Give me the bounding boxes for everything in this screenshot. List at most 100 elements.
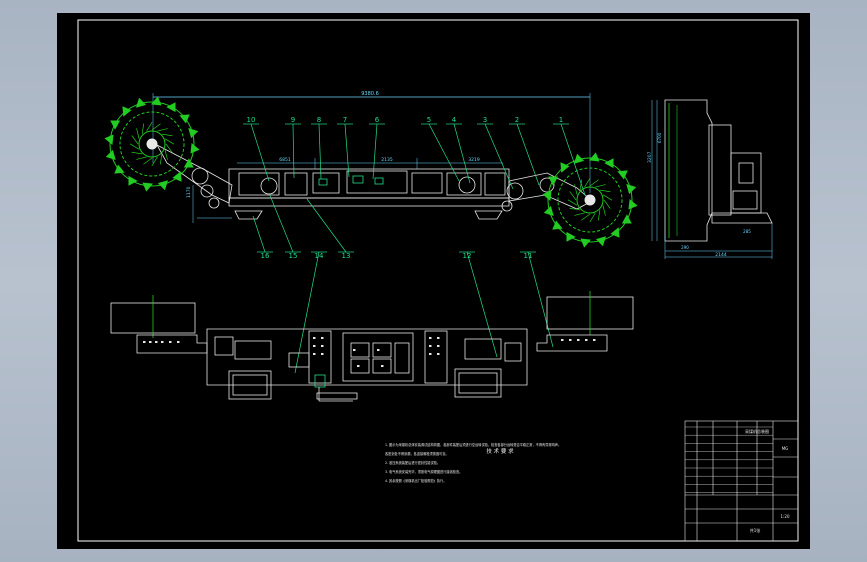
part-callout-8: 8 (317, 116, 321, 124)
cutter-pick (188, 127, 199, 139)
cutter-pick (548, 176, 559, 186)
part-callout-13: 13 (342, 252, 351, 260)
drum-vane (129, 143, 140, 150)
detail-mark (593, 339, 596, 341)
elevation-view (152, 93, 593, 223)
overall-length-dim: 9380.6 (361, 91, 379, 97)
drum-vane (136, 128, 140, 139)
cutter-pick (151, 96, 162, 106)
drum-vane (599, 189, 611, 193)
detail-mark (561, 339, 564, 341)
inner-dim-2: 2135 (381, 157, 393, 163)
sheet-label: 共1张 (750, 527, 761, 533)
plan-view (110, 291, 634, 402)
detail-mark (169, 341, 172, 343)
cutter-pick (157, 180, 169, 191)
cutter-pick (566, 231, 576, 242)
detail-mark (313, 353, 316, 355)
detail-mark (143, 341, 146, 343)
detail-mark (377, 349, 380, 351)
end-view-dim-c: 6700 (657, 132, 662, 143)
height-dim: 1170 (186, 186, 192, 198)
detail-mark (321, 337, 324, 339)
detail-mark (429, 353, 432, 355)
note-line-4: 3. 电气系统安装完毕，须按电气原理图进行接线检查。 (385, 469, 462, 474)
drum-vane (143, 157, 153, 165)
detail-mark (149, 341, 152, 343)
detail-mark (155, 341, 158, 343)
note-line-5: 4. 其余按照《采煤机出厂检验规范》执行。 (385, 478, 446, 483)
part-callouts-bottom: 16 15 13 (252, 192, 354, 260)
cutter-pick (589, 152, 600, 162)
part-callout-5: 5 (427, 116, 431, 124)
drum-vane (151, 123, 161, 131)
detail-mark (437, 337, 440, 339)
cutter-pick (142, 182, 153, 192)
drum-vane (567, 199, 578, 206)
drum-vane (569, 191, 577, 201)
part-callout-1: 1 (559, 116, 563, 124)
drum-vane (574, 212, 585, 216)
detail-mark (313, 337, 316, 339)
cutter-pick (105, 149, 116, 161)
part-callouts-top: 10 9 8 7 6 5 4 3 2 1 (243, 116, 586, 196)
part-callout-14: 14 (315, 252, 324, 260)
drum-vane (602, 205, 606, 216)
drum-vane (131, 135, 139, 145)
cutter-pick (621, 214, 632, 224)
detail-mark (177, 341, 180, 343)
drum-vane (602, 194, 613, 201)
cutter-pick (542, 190, 552, 201)
technical-notes: 技 术 要 求 1. 图示为采煤机总体安装调试结构简图，各部件装配后须进行空运转… (385, 442, 561, 483)
detail-mark (357, 365, 360, 367)
part-callout-6: 6 (375, 116, 380, 124)
detail-mark (321, 345, 324, 347)
drum-vane (597, 209, 601, 221)
part-callout-16: 16 (261, 252, 270, 260)
end-view-dim-a: 290 (681, 245, 689, 250)
cutter-pick (128, 175, 138, 186)
part-callout-9: 9 (291, 116, 295, 124)
detail-mark (161, 341, 164, 343)
drawing-title: 采煤机总装图 (745, 428, 769, 434)
cutter-pick (595, 236, 607, 247)
cutter-pick (628, 199, 638, 210)
cutter-pick (604, 158, 614, 169)
drum-vane (164, 138, 175, 145)
part-callout-12: 12 (463, 252, 472, 260)
detail-mark (381, 365, 384, 367)
drum-vane (589, 179, 599, 187)
cutter-pick (110, 120, 121, 130)
drum-vane (131, 151, 143, 155)
note-line-3: 2. 液压系统装配后进行密封性能试验。 (385, 460, 440, 465)
detail-mark (577, 339, 580, 341)
drum-vane (141, 123, 145, 135)
drawing-sheet: 9380.6 6851 2135 3219 1170 10 9 8 7 6 5 4 3 2 1 1… (57, 13, 810, 549)
drum-vane (603, 199, 611, 209)
drum-vane (164, 149, 168, 160)
detail-mark (437, 345, 440, 347)
end-view-width-dim: 2144 (715, 252, 727, 258)
detail-mark (429, 337, 432, 339)
drum-vane (151, 156, 158, 167)
detail-mark (585, 339, 588, 341)
drum-vane (595, 184, 606, 188)
inner-dim-1: 6851 (279, 157, 291, 163)
drawing-code: MG (782, 446, 789, 451)
detail-mark (353, 349, 356, 351)
left-cutter-drum (104, 96, 200, 192)
cutter-pick (580, 238, 591, 248)
cutter-pick (104, 134, 114, 145)
cutter-pick (190, 143, 200, 154)
detail-mark (313, 345, 316, 347)
detail-mark (569, 339, 572, 341)
drum-vane (581, 213, 591, 221)
inner-dim-3: 3219 (468, 157, 480, 163)
drum-vane (157, 128, 168, 132)
cad-viewport[interactable]: 9380.6 6851 2135 3219 1170 10 9 8 7 6 5 4 3 2 1 1… (0, 0, 867, 562)
cutter-pick (543, 205, 554, 217)
end-view-height-dim: 3207 (647, 151, 653, 163)
part-callout-10: 10 (247, 116, 256, 124)
title-block (684, 420, 799, 542)
drum-vane (136, 156, 147, 160)
